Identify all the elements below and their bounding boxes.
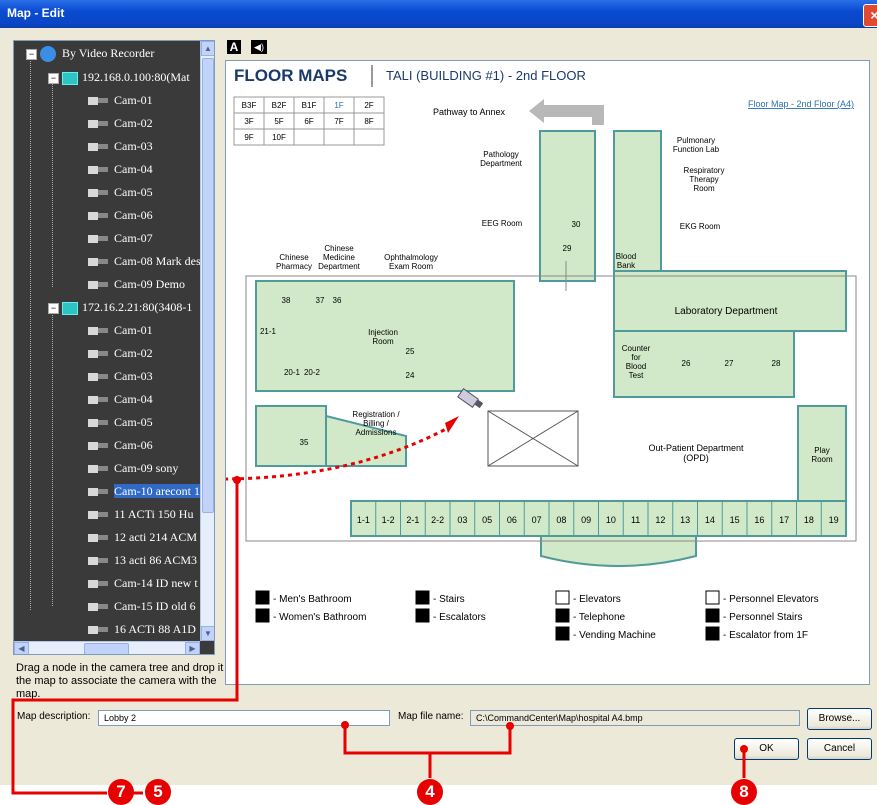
callout-5: 5 — [145, 779, 171, 805]
callout-dot — [740, 745, 748, 753]
callout-dot — [341, 721, 349, 729]
annotation-overlay — [11, 476, 748, 795]
callout-line — [11, 480, 239, 795]
callout-bracket — [343, 725, 512, 755]
callout-7: 7 — [108, 779, 134, 805]
callout-dot — [233, 476, 241, 484]
callout-dot — [506, 722, 514, 730]
callout-8: 8 — [731, 779, 757, 805]
callout-4: 4 — [417, 779, 443, 805]
